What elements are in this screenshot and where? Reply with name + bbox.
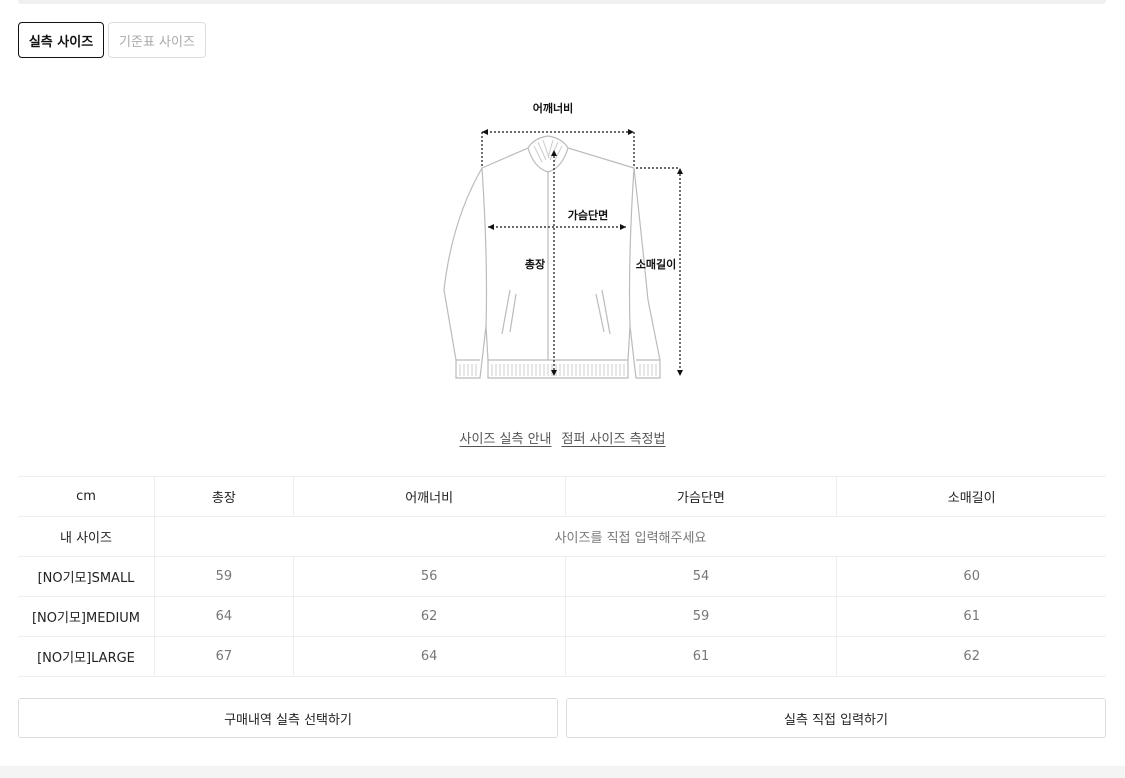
size-name: [NO기모]LARGE [18, 636, 155, 677]
size-value: 61 [565, 636, 838, 677]
column-header-chest: 가슴단면 [565, 476, 838, 517]
size-value: 61 [836, 596, 1106, 637]
bottom-divider [0, 766, 1125, 778]
size-value: 64 [154, 596, 294, 637]
size-guide-links: 사이즈 실측 안내 점퍼 사이즈 측정법 [0, 428, 1125, 447]
size-value: 54 [565, 556, 838, 597]
tab-actual-size[interactable]: 실측 사이즈 [18, 22, 104, 58]
size-value: 62 [293, 596, 566, 637]
table-row: [NO기모]LARGE 67 64 61 62 [18, 636, 1106, 677]
action-buttons: 구매내역 실측 선택하기 실측 직접 입력하기 [18, 698, 1106, 738]
shoulder-label: 어깨너비 [533, 101, 573, 115]
size-measure-guide-link[interactable]: 사이즈 실측 안내 [460, 428, 552, 447]
size-tabs: 실측 사이즈 기준표 사이즈 [18, 22, 206, 58]
jacket-size-diagram: 어깨너비 가슴단면 총장 소매길이 [430, 90, 700, 390]
size-value: 59 [565, 596, 838, 637]
my-size-row: 내 사이즈 사이즈를 직접 입력해주세요 [18, 516, 1106, 557]
size-name: [NO기모]SMALL [18, 556, 155, 597]
size-table: cm 총장 어깨너비 가슴단면 소매길이 내 사이즈 사이즈를 직접 입력해주세… [18, 476, 1106, 677]
my-size-label: 내 사이즈 [18, 516, 155, 557]
size-value: 67 [154, 636, 294, 677]
chest-label: 가슴단면 [568, 208, 608, 222]
my-size-input-prompt[interactable]: 사이즈를 직접 입력해주세요 [154, 516, 1106, 557]
direct-input-button[interactable]: 실측 직접 입력하기 [566, 698, 1106, 738]
size-value: 56 [293, 556, 566, 597]
tab-standard-size[interactable]: 기준표 사이즈 [108, 22, 206, 58]
size-value: 64 [293, 636, 566, 677]
sleeve-label: 소매길이 [636, 257, 676, 271]
table-row: [NO기모]SMALL 59 56 54 60 [18, 556, 1106, 597]
size-value: 60 [836, 556, 1106, 597]
column-header-sleeve: 소매길이 [836, 476, 1106, 517]
jumper-measure-method-link[interactable]: 점퍼 사이즈 측정법 [562, 428, 666, 447]
select-purchase-history-button[interactable]: 구매내역 실측 선택하기 [18, 698, 558, 738]
size-value: 62 [836, 636, 1106, 677]
top-divider [18, 0, 1106, 4]
length-label: 총장 [525, 257, 545, 271]
column-header-shoulder: 어깨너비 [293, 476, 566, 517]
unit-header: cm [18, 476, 155, 517]
size-value: 59 [154, 556, 294, 597]
column-header-length: 총장 [154, 476, 294, 517]
size-name: [NO기모]MEDIUM [18, 596, 155, 637]
table-row: [NO기모]MEDIUM 64 62 59 61 [18, 596, 1106, 637]
table-header-row: cm 총장 어깨너비 가슴단면 소매길이 [18, 476, 1106, 517]
